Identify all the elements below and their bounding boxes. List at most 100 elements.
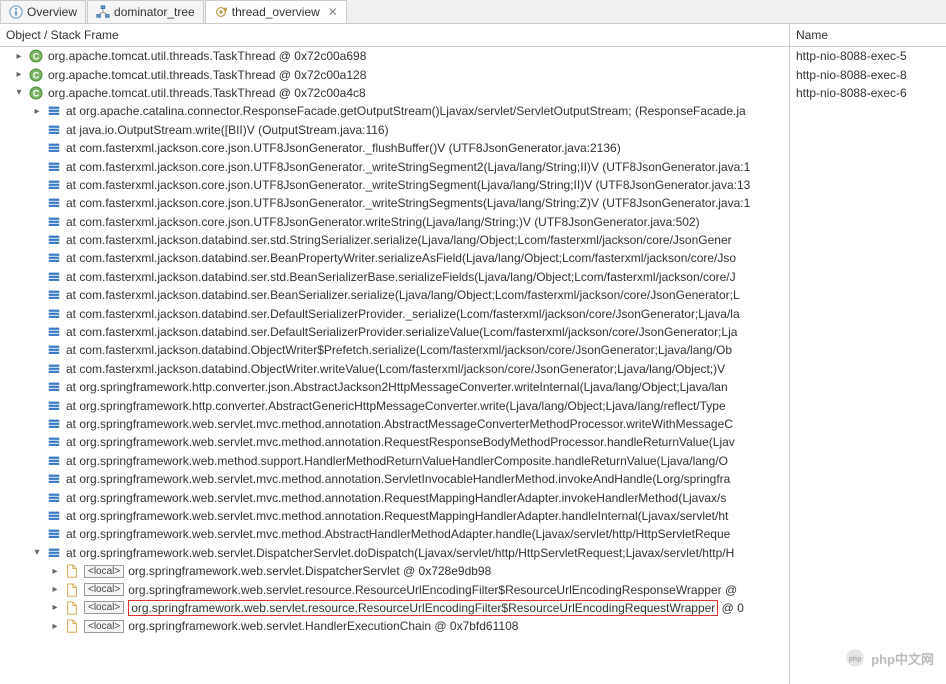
stack-frame[interactable]: ▸at com.fasterxml.jackson.core.json.UTF8… — [0, 213, 789, 231]
chevron-right-icon[interactable]: ▸ — [48, 601, 62, 615]
local-tag: <local> — [84, 583, 124, 596]
stackframe-icon — [46, 508, 62, 524]
row-text: org.apache.tomcat.util.threads.TaskThrea… — [48, 86, 366, 100]
stack-frame[interactable]: ▸at java.io.OutputStream.write([BII)V (O… — [0, 121, 789, 139]
stack-frame[interactable]: ▸at com.fasterxml.jackson.databind.ser.B… — [0, 286, 789, 304]
stack-frame[interactable]: ▸at com.fasterxml.jackson.databind.Objec… — [0, 360, 789, 378]
chevron-right-icon[interactable]: ▸ — [48, 619, 62, 633]
tab-thread-overview[interactable]: thread_overview ✕ — [205, 0, 347, 23]
stackframe-icon — [46, 545, 62, 561]
watermark-text: php中文网 — [871, 649, 934, 668]
chevron-right-icon[interactable]: ▸ — [12, 68, 26, 82]
stack-frame[interactable]: ▸at org.springframework.web.servlet.mvc.… — [0, 415, 789, 433]
row-text: at com.fasterxml.jackson.core.json.UTF8J… — [66, 141, 621, 155]
row-text: at com.fasterxml.jackson.core.json.UTF8J… — [66, 196, 750, 210]
close-icon[interactable]: ✕ — [324, 5, 338, 19]
row-text: org.springframework.web.servlet.resource… — [128, 583, 737, 597]
stackframe-icon — [46, 250, 62, 266]
stack-frame[interactable]: ▸at com.fasterxml.jackson.databind.ser.D… — [0, 304, 789, 322]
php-icon: php — [845, 648, 865, 668]
local-var[interactable]: ▸ <local> org.springframework.web.servlet.… — [0, 617, 789, 635]
right-column-header[interactable]: Name — [790, 24, 946, 47]
stackframe-icon — [46, 324, 62, 340]
row-text: at org.springframework.web.servlet.mvc.m… — [66, 527, 730, 541]
row-text: org.springframework.web.servlet.Dispatch… — [128, 564, 491, 578]
local-var[interactable]: ▸<local>org.springframework.web.servlet.… — [0, 562, 789, 580]
chevron-down-icon[interactable]: ▾ — [30, 546, 44, 560]
chevron-down-icon[interactable]: ▾ — [12, 86, 26, 100]
row-text: at org.springframework.web.method.suppor… — [66, 454, 728, 468]
local-tag: <local> — [84, 620, 124, 633]
thread-name[interactable]: http-nio-8088-exec-6 — [790, 84, 946, 102]
stack-frame[interactable]: ▸at com.fasterxml.jackson.databind.ser.s… — [0, 268, 789, 286]
thread-row[interactable]: ▸Corg.apache.tomcat.util.threads.TaskThr… — [0, 47, 789, 65]
stackframe-icon — [46, 379, 62, 395]
stack-frame[interactable]: ▸at com.fasterxml.jackson.databind.ser.D… — [0, 323, 789, 341]
row-text: at org.apache.catalina.connector.Respons… — [66, 104, 746, 118]
row-text: org.springframework.web.servlet.HandlerE… — [128, 619, 518, 633]
svg-text:C: C — [33, 70, 40, 80]
stack-frame[interactable]: ▸at org.springframework.web.servlet.mvc.… — [0, 507, 789, 525]
tab-overview[interactable]: Overview — [0, 0, 86, 23]
stackframe-icon — [46, 214, 62, 230]
stack-frame[interactable]: ▸at org.springframework.http.converter.A… — [0, 396, 789, 414]
stack-frame[interactable]: ▸at org.springframework.web.servlet.mvc.… — [0, 433, 789, 451]
stackframe-icon — [46, 398, 62, 414]
row-text: at org.springframework.http.converter.js… — [66, 380, 728, 394]
stack-frame[interactable]: ▸at org.springframework.web.method.suppo… — [0, 452, 789, 470]
row-text: at com.fasterxml.jackson.databind.ser.Be… — [66, 288, 740, 302]
chevron-right-icon[interactable]: ▸ — [48, 564, 62, 578]
stack-frame[interactable]: ▸at com.fasterxml.jackson.core.json.UTF8… — [0, 139, 789, 157]
chevron-right-icon[interactable]: ▸ — [30, 104, 44, 118]
file-icon — [64, 600, 80, 616]
stack-frame[interactable]: ▸ at org.apache.catalina.connector.Respon… — [0, 102, 789, 120]
chevron-right-icon[interactable]: ▸ — [48, 583, 62, 597]
stackframe-icon — [46, 416, 62, 432]
tree-icon — [96, 5, 110, 19]
watermark: php php中文网 — [845, 648, 934, 668]
info-icon — [9, 5, 23, 19]
stackframe-icon — [46, 434, 62, 450]
row-text: at org.springframework.web.servlet.mvc.m… — [66, 509, 728, 523]
tab-label: dominator_tree — [114, 5, 195, 19]
stack-frame[interactable]: ▾at org.springframework.web.servlet.Disp… — [0, 544, 789, 562]
tab-label: Overview — [27, 5, 77, 19]
local-var[interactable]: ▸ <local> org.springframework.web.servlet.… — [0, 599, 789, 617]
svg-text:C: C — [33, 88, 40, 98]
left-column-header[interactable]: Object / Stack Frame — [0, 24, 789, 47]
row-text: org.apache.tomcat.util.threads.TaskThrea… — [48, 68, 366, 82]
thread-row[interactable]: ▸ Corg.apache.tomcat.util.threads.TaskThr… — [0, 65, 789, 83]
stackframe-icon — [46, 269, 62, 285]
thread-name[interactable]: http-nio-8088-exec-8 — [790, 65, 946, 83]
tab-dominator-tree[interactable]: dominator_tree — [87, 0, 204, 23]
stack-frame[interactable]: ▸at org.springframework.web.servlet.mvc.… — [0, 470, 789, 488]
local-var[interactable]: ▸ <local> org.springframework.web.servlet.… — [0, 580, 789, 598]
stackframe-icon — [46, 490, 62, 506]
chevron-right-icon[interactable]: ▸ — [12, 49, 26, 63]
thread-row[interactable]: ▾ Corg.apache.tomcat.util.threads.TaskThr… — [0, 84, 789, 102]
stack-frame[interactable]: ▸at org.springframework.web.servlet.mvc.… — [0, 525, 789, 543]
row-text: at com.fasterxml.jackson.core.json.UTF8J… — [66, 178, 750, 192]
row-text: at org.springframework.web.servlet.mvc.m… — [66, 472, 730, 486]
stack-frame[interactable]: ▸at com.fasterxml.jackson.databind.Objec… — [0, 341, 789, 359]
stackframe-icon — [46, 177, 62, 193]
row-text: org.springframework.web.servlet.resource… — [128, 601, 744, 615]
stack-frame[interactable]: ▸at com.fasterxml.jackson.databind.ser.B… — [0, 249, 789, 267]
stack-frame[interactable]: ▸at com.fasterxml.jackson.core.json.UTF8… — [0, 194, 789, 212]
stackframe-icon — [46, 195, 62, 211]
row-text: at com.fasterxml.jackson.core.json.UTF8J… — [66, 215, 700, 229]
class-icon: C — [28, 67, 44, 83]
stackframe-icon — [46, 232, 62, 248]
stack-frame[interactable]: ▸at com.fasterxml.jackson.databind.ser.s… — [0, 231, 789, 249]
thread-name[interactable]: http-nio-8088-exec-5 — [790, 47, 946, 65]
stack-frame[interactable]: ▸at com.fasterxml.jackson.core.json.UTF8… — [0, 176, 789, 194]
class-icon: C — [28, 48, 44, 64]
stack-frame[interactable]: ▸at org.springframework.http.converter.j… — [0, 378, 789, 396]
stack-frame[interactable]: ▸at com.fasterxml.jackson.core.json.UTF8… — [0, 157, 789, 175]
stackframe-icon — [46, 287, 62, 303]
local-tag: <local> — [84, 601, 124, 614]
stack-frame[interactable]: ▸at org.springframework.web.servlet.mvc.… — [0, 488, 789, 506]
stackframe-icon — [46, 526, 62, 542]
row-text: at java.io.OutputStream.write([BII)V (Ou… — [66, 123, 389, 137]
row-text: at com.fasterxml.jackson.databind.ser.De… — [66, 325, 737, 339]
